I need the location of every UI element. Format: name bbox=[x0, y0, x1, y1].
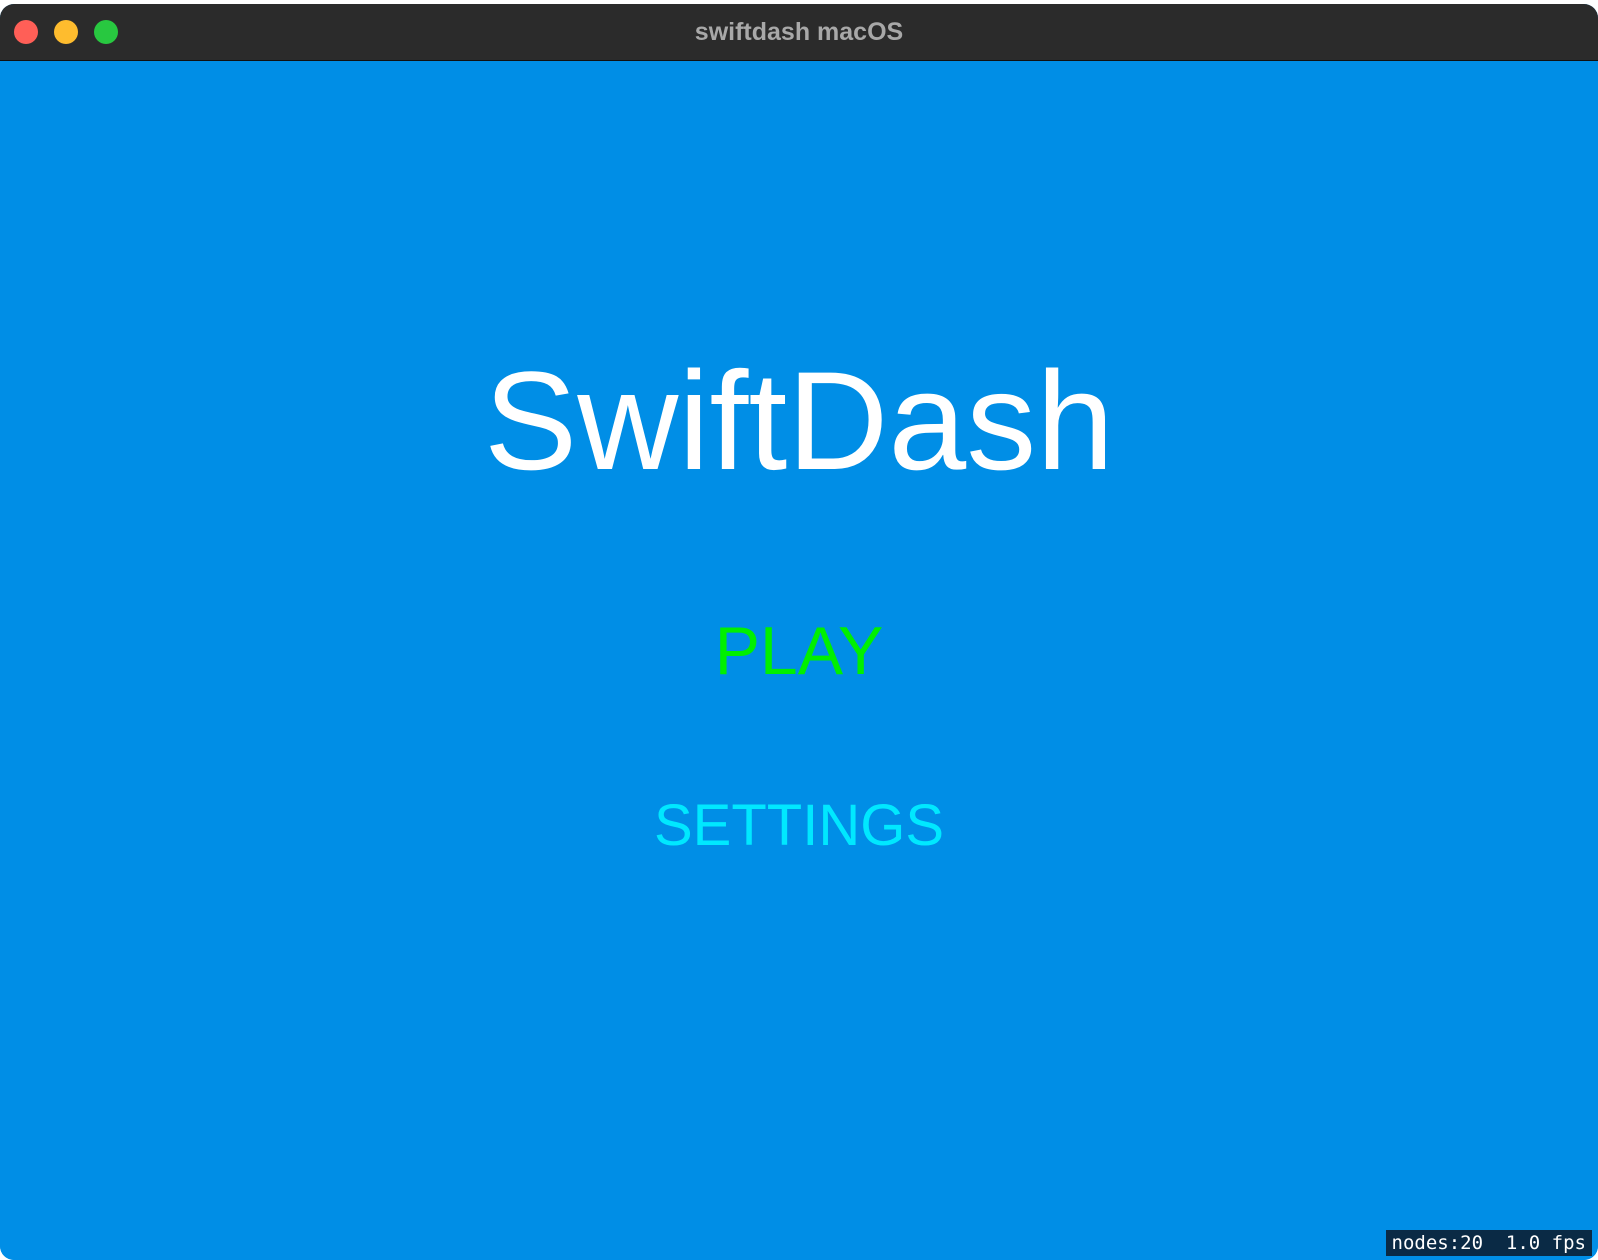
title-bar: swiftdash macOS bbox=[0, 4, 1598, 61]
game-scene[interactable]: SwiftDash PLAY SETTINGS nodes:20 1.0 fps bbox=[0, 61, 1598, 1260]
game-title: SwiftDash bbox=[483, 342, 1115, 499]
window-title: swiftdash macOS bbox=[694, 18, 904, 46]
play-button[interactable]: PLAY bbox=[0, 611, 1598, 691]
settings-button[interactable]: SETTINGS bbox=[0, 791, 1598, 861]
app-window: swiftdash macOS SwiftDash PLAY SETTINGS … bbox=[0, 4, 1598, 1260]
debug-stats-label: nodes:20 1.0 fps bbox=[1385, 1230, 1592, 1256]
